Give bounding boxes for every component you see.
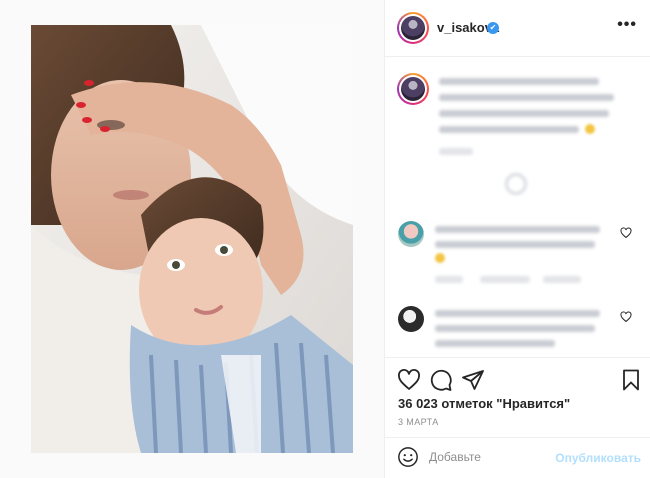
paper-plane-icon[interactable] <box>461 368 485 392</box>
comment-input[interactable] <box>429 448 559 466</box>
load-more-comments-icon[interactable] <box>505 173 527 195</box>
commenter-avatar[interactable] <box>398 221 424 247</box>
commenter-avatar[interactable] <box>398 306 424 332</box>
post-date[interactable]: 3 МАРТА <box>398 417 439 427</box>
comment-icon[interactable] <box>429 368 453 392</box>
bookmark-icon[interactable] <box>619 368 643 392</box>
post-action-bar <box>385 357 650 401</box>
comment-like-heart-icon[interactable] <box>620 227 632 239</box>
caption-author-avatar[interactable] <box>397 73 429 105</box>
heart-icon[interactable] <box>397 368 421 392</box>
likes-count[interactable]: 36 023 отметок "Нравится" <box>398 396 570 411</box>
comment-like-heart-icon[interactable] <box>620 311 632 323</box>
smiley-icon[interactable] <box>397 446 419 468</box>
more-options-icon[interactable]: ••• <box>617 16 637 34</box>
post-photo[interactable] <box>31 25 353 453</box>
post-header: v_isakova ✔ ••• <box>385 0 650 57</box>
verified-badge-icon: ✔ <box>487 22 499 34</box>
post-photo-illustration <box>31 25 353 453</box>
author-avatar[interactable] <box>397 12 429 44</box>
publish-button[interactable]: Опубликовать <box>555 451 641 465</box>
photo-panel <box>0 0 384 478</box>
post-details-panel: v_isakova ✔ ••• 36 023 отметок "Нравится… <box>384 0 650 478</box>
comment-composer: Опубликовать <box>385 437 650 478</box>
